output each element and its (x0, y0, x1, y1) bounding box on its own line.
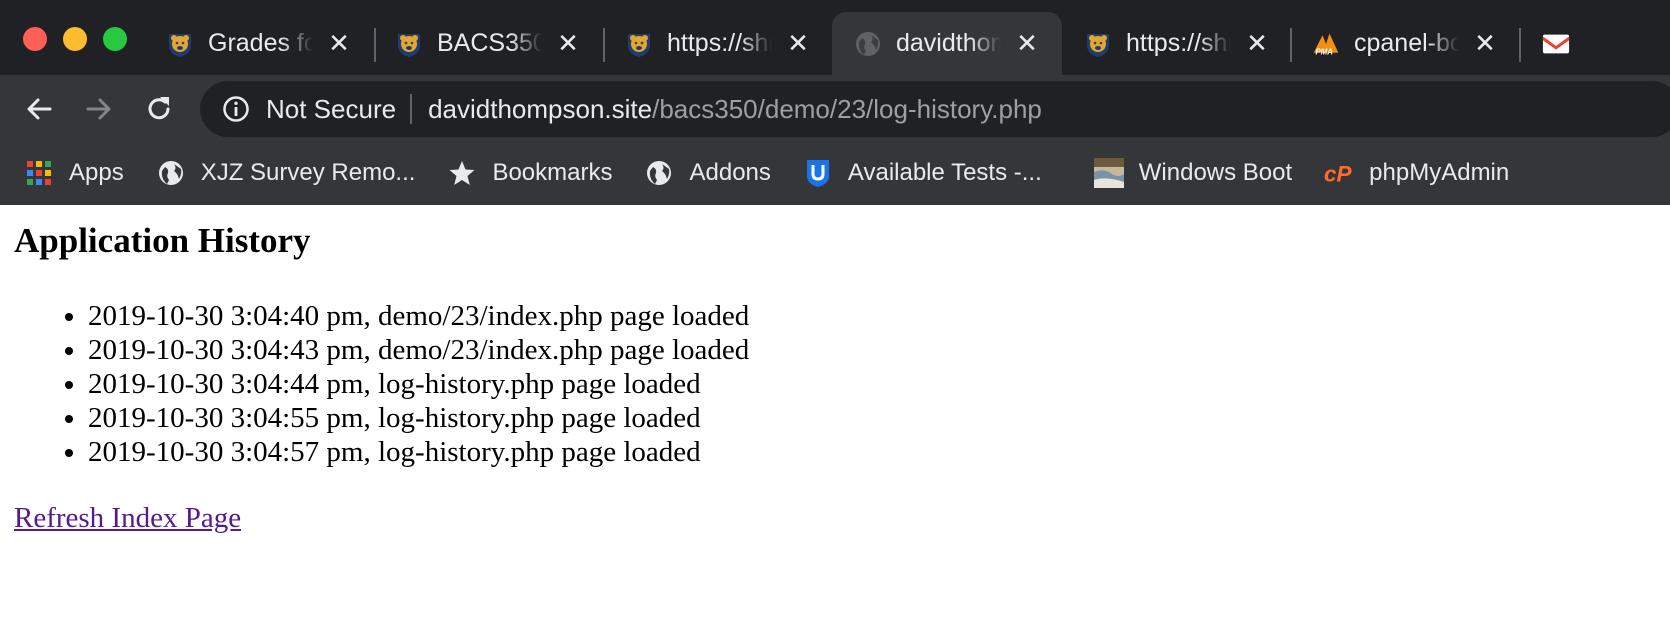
page-title: Application History (14, 221, 311, 260)
tab-https-2[interactable]: https://shr ✕ (1070, 12, 1285, 75)
bear-icon (166, 30, 194, 58)
bear-icon (1084, 30, 1112, 58)
globe-icon (156, 158, 186, 188)
bookmark-phpmyadmin[interactable]: cP phpMyAdmin (1324, 158, 1509, 188)
address-bar[interactable]: Not Secure davidthompson.site/bacs350/de… (200, 81, 1670, 137)
close-icon[interactable]: ✕ (1243, 28, 1271, 58)
tab-cpanel[interactable]: PMA cpanel-bo ✕ (1298, 12, 1513, 75)
tab-gmail-partial[interactable] (1528, 12, 1588, 75)
close-icon[interactable]: ✕ (325, 28, 353, 58)
security-status-label[interactable]: Not Secure (266, 94, 396, 125)
tab-title: https://shr (667, 29, 772, 57)
history-list: 2019-10-30 3:04:40 pm, demo/23/index.php… (14, 299, 1656, 469)
bear-icon (625, 30, 653, 58)
close-icon[interactable]: ✕ (784, 28, 812, 58)
globe-icon (644, 158, 674, 188)
shield-u-icon (803, 158, 833, 188)
tab-divider (374, 28, 376, 62)
bookmark-label: Apps (69, 159, 124, 186)
bookmark-xjz-survey[interactable]: XJZ Survey Remo... (156, 158, 416, 188)
bookmark-bookmarks-folder[interactable]: Bookmarks (447, 158, 612, 188)
maximize-window-button[interactable] (103, 27, 127, 51)
list-item: 2019-10-30 3:04:40 pm, demo/23/index.php… (88, 299, 1656, 333)
bookmark-label: XJZ Survey Remo... (200, 159, 416, 186)
bookmarks-bar: Apps XJZ Survey Remo... Bookmarks Addons… (0, 141, 1670, 205)
browser-chrome: Grades for ✕ BACS350- ✕ https://shr ✕ (0, 0, 1670, 205)
list-item: 2019-10-30 3:04:57 pm, log-history.php p… (88, 435, 1656, 469)
back-arrow-icon[interactable] (19, 89, 59, 129)
tab-davidthompson-active[interactable]: davidthom ✕ (832, 12, 1062, 75)
gmail-icon (1542, 30, 1570, 58)
list-item: 2019-10-30 3:04:44 pm, log-history.php p… (88, 367, 1656, 401)
close-window-button[interactable] (23, 27, 47, 51)
address-divider (410, 94, 413, 124)
close-icon[interactable]: ✕ (1471, 28, 1499, 58)
tab-divider (603, 28, 605, 62)
tab-title: BACS350- (437, 29, 542, 57)
url-host: davidthompson.site (428, 93, 653, 124)
url-text[interactable]: davidthompson.site/bacs350/demo/23/log-h… (428, 94, 1042, 125)
close-icon[interactable]: ✕ (554, 28, 582, 58)
info-icon[interactable] (222, 95, 250, 123)
pma-icon: PMA (1312, 30, 1340, 58)
bookmark-label: phpMyAdmin (1369, 159, 1510, 186)
bookmark-label: Addons (689, 159, 771, 186)
navigation-toolbar: Not Secure davidthompson.site/bacs350/de… (0, 75, 1670, 141)
refresh-index-link[interactable]: Refresh Index Page (14, 501, 241, 535)
tab-title: davidthom (896, 29, 1001, 57)
globe-icon (854, 30, 882, 58)
bear-icon (395, 30, 423, 58)
bookmark-available-tests[interactable]: Available Tests -... (803, 158, 1042, 188)
bookmark-windows-boot[interactable]: Windows Boot (1093, 158, 1293, 188)
tab-title: Grades for (208, 29, 313, 57)
close-icon[interactable]: ✕ (1013, 28, 1041, 58)
landscape-icon (1093, 158, 1124, 188)
cpanel-icon: cP (1324, 158, 1354, 188)
tab-title: https://shr (1126, 29, 1231, 57)
tab-title: cpanel-bo (1354, 29, 1459, 57)
tab-bacs350[interactable]: BACS350- ✕ (381, 12, 596, 75)
svg-text:PMA: PMA (1316, 47, 1334, 56)
list-item: 2019-10-30 3:04:43 pm, demo/23/index.php… (88, 333, 1656, 367)
page-content: Application History 2019-10-30 3:04:40 p… (0, 221, 1670, 535)
tab-divider (1519, 28, 1521, 62)
tab-grades[interactable]: Grades for ✕ (152, 12, 367, 75)
tab-https-1[interactable]: https://shr ✕ (611, 12, 826, 75)
bookmark-label: Windows Boot (1138, 159, 1293, 186)
svg-text:cP: cP (1324, 161, 1353, 186)
minimize-window-button[interactable] (63, 27, 87, 51)
bookmark-label: Available Tests -... (847, 159, 1042, 186)
bookmark-apps[interactable]: Apps (24, 158, 124, 188)
reload-icon[interactable] (139, 89, 179, 129)
tab-strip: Grades for ✕ BACS350- ✕ https://shr ✕ (0, 0, 1670, 75)
url-path: /bacs350/demo/23/log-history.php (652, 93, 1042, 124)
list-item: 2019-10-30 3:04:55 pm, log-history.php p… (88, 401, 1656, 435)
bookmark-addons[interactable]: Addons (644, 158, 771, 188)
forward-arrow-icon[interactable] (79, 89, 119, 129)
apps-grid-icon (24, 158, 54, 188)
star-icon (447, 158, 477, 188)
tab-divider (1290, 28, 1292, 62)
bookmark-label: Bookmarks (492, 159, 613, 186)
